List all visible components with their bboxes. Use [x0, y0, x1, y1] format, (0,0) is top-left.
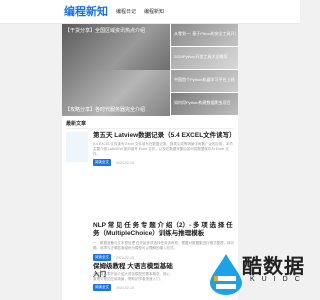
- hero-side-list: 从零到一: 基于Pthon的安全工具开发 2024Python开发工具大全推荐 …: [170, 24, 238, 116]
- article-date: 2024-02-15: [116, 256, 134, 260]
- article-excerpt: 本文将从零开始介绍大语言模型的基本概念、核心原理与常见应用场景，帮助初学者快速入…: [93, 272, 170, 281]
- hero-slider: 【干货分享】全国区域资讯热点介绍 【攻略分享】各时代服务器完全介绍 从零到一: …: [62, 24, 238, 116]
- hero-main-caption-bottom: 【攻略分享】各时代服务器完全介绍: [65, 107, 146, 113]
- nav-item-diary[interactable]: 编程日记: [116, 8, 136, 15]
- hero-side-caption: 从零到一: 基于Pthon的安全工具开发: [174, 31, 236, 36]
- watermark-text: 酷数据: [242, 256, 305, 278]
- read-more-button[interactable]: 阅读全文: [93, 284, 111, 291]
- main-nav: 编程日记 编程新知: [116, 8, 164, 15]
- site-header: 编程新知 编程日记 编程新知: [0, 0, 300, 24]
- hero-side-caption: 中国首个Python机器学习平台上线: [174, 77, 235, 82]
- hero-side-item[interactable]: 如何用Python构建数据爬虫项目: [170, 93, 238, 116]
- read-more-button[interactable]: 阅读全文: [93, 254, 111, 261]
- section-title: 最新文章: [66, 121, 87, 127]
- hero-main-feature[interactable]: 【干货分享】全国区域资讯热点介绍 【攻略分享】各时代服务器完全介绍: [62, 24, 170, 116]
- hero-main-image-top[interactable]: 【干货分享】全国区域资讯热点介绍: [62, 24, 170, 70]
- article-date: 2024-02-15: [116, 161, 134, 165]
- article-card: 第五天 Latview数据记录（5.4 EXCEL文件读写） 5.4 EXCEL…: [66, 132, 236, 172]
- hero-side-caption: 如何用Python构建数据爬虫项目: [174, 100, 231, 105]
- watermark-subtext: KUIDC: [250, 276, 307, 283]
- hero-side-caption: 2024Python开发工具大全推荐: [174, 54, 228, 59]
- section-divider: [66, 128, 234, 129]
- watermark-logo: 酷数据 KUIDC: [206, 250, 304, 300]
- hero-side-item[interactable]: 2024Python开发工具大全推荐: [170, 47, 238, 70]
- site-logo[interactable]: 编程新知: [64, 3, 108, 19]
- page: 编程新知 编程日记 编程新知 【干货分享】全国区域资讯热点介绍 【攻略分享】各时…: [0, 0, 304, 300]
- article-excerpt: 5.4 EXCEL文件读写 Excel 文件读写在数据记录、报表生成等场景中有着…: [93, 142, 233, 156]
- hero-side-item[interactable]: 从零到一: 基于Pthon的安全工具开发: [170, 24, 238, 47]
- read-more-button[interactable]: 阅读全文: [93, 159, 111, 166]
- hero-side-item[interactable]: 中国首个Python机器学习平台上线: [170, 70, 238, 93]
- article-date: 2024-02-15: [116, 286, 134, 290]
- watermark-droplet-icon: [210, 254, 242, 295]
- hero-main-caption-top: 【干货分享】全国区域资讯热点介绍: [65, 28, 146, 34]
- hero-main-image-bottom[interactable]: 【攻略分享】各时代服务器完全介绍: [62, 70, 170, 116]
- article-title[interactable]: NLP 常 见 任 务 专 题 介 绍（2）- 多 项 选 择 任 务（Mult…: [93, 222, 235, 238]
- nav-item-news[interactable]: 编程新知: [144, 8, 164, 15]
- article-title[interactable]: 第五天 Latview数据记录（5.4 EXCEL文件读写）: [93, 132, 236, 140]
- article-thumbnail[interactable]: [66, 132, 88, 162]
